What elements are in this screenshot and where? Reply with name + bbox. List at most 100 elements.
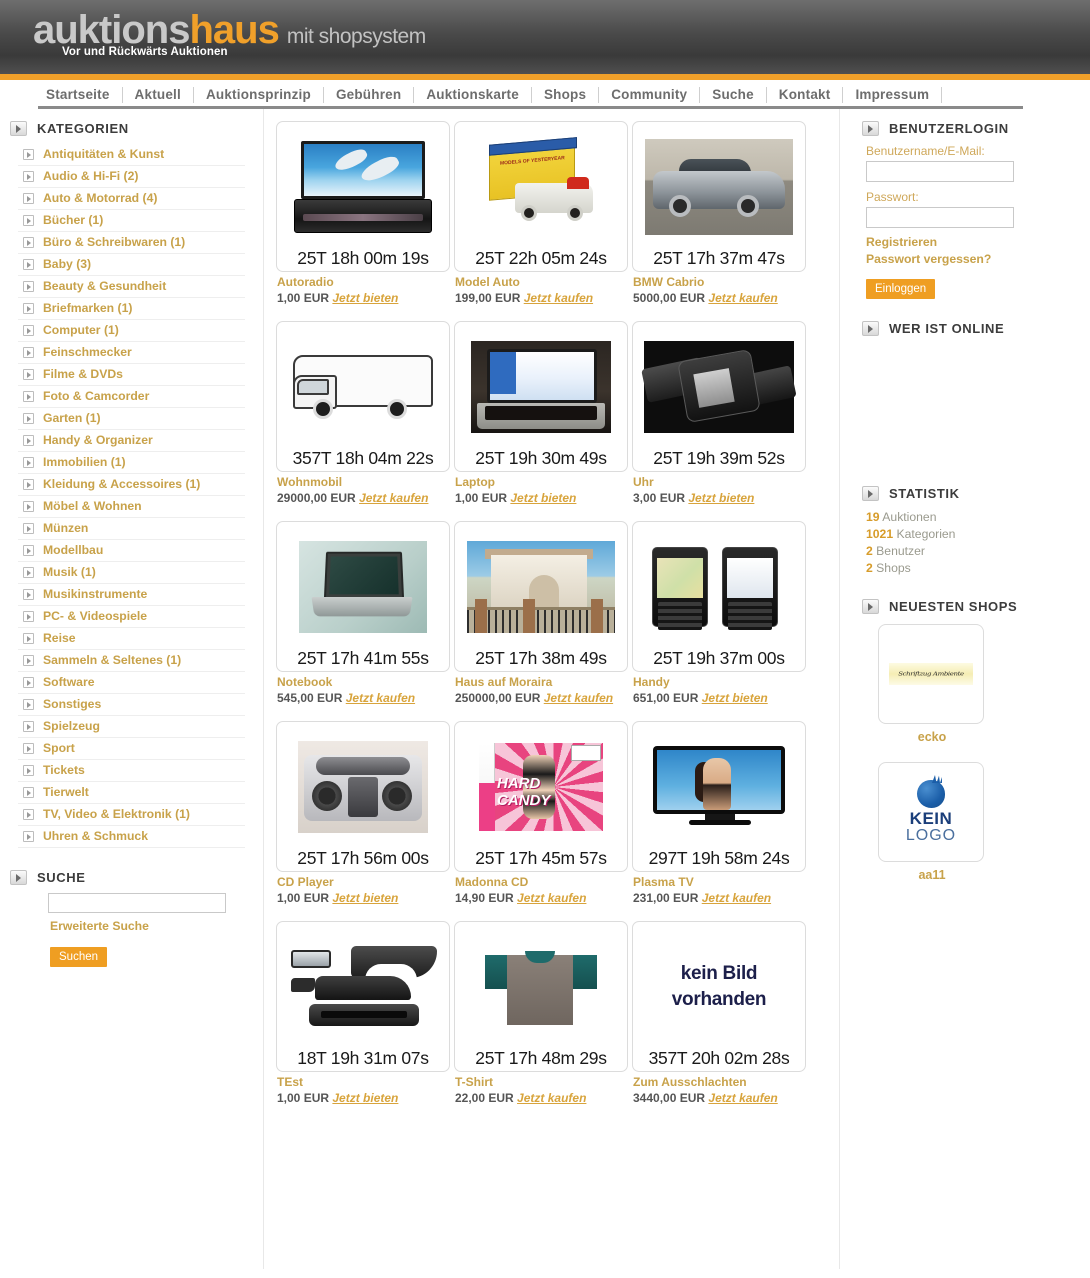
category-item[interactable]: Uhren & Schmuck bbox=[18, 826, 245, 848]
auction-title[interactable]: Haus auf Moraira bbox=[455, 675, 628, 689]
auction-action-link[interactable]: Jetzt kaufen bbox=[517, 891, 586, 905]
auction-action-link[interactable]: Jetzt kaufen bbox=[708, 1091, 777, 1105]
auction-card[interactable]: 25T 19h 30m 49s bbox=[454, 321, 628, 472]
auction-title[interactable]: Plasma TV bbox=[633, 875, 806, 889]
auction-action-link[interactable]: Jetzt bieten bbox=[510, 491, 576, 505]
shop-logo-aa11[interactable]: KEIN LOGO bbox=[878, 762, 984, 862]
auction-title[interactable]: Model Auto bbox=[455, 275, 628, 289]
category-item[interactable]: Handy & Organizer bbox=[18, 430, 245, 452]
auction-card[interactable]: 25T 19h 37m 00s bbox=[632, 521, 806, 672]
auction-card[interactable]: kein Bild vorhanden 357T 20h 02m 28s bbox=[632, 921, 806, 1072]
auction-action-link[interactable]: Jetzt kaufen bbox=[544, 691, 613, 705]
auction-card[interactable]: 18T 19h 31m 07s bbox=[276, 921, 450, 1072]
nav-item-aktuell[interactable]: Aktuell bbox=[123, 86, 194, 103]
nav-item-gebuehren[interactable]: Gebühren bbox=[324, 86, 415, 103]
category-item[interactable]: Feinschmecker bbox=[18, 342, 245, 364]
category-item[interactable]: Filme & DVDs bbox=[18, 364, 245, 386]
nav-item-shops[interactable]: Shops bbox=[532, 86, 600, 103]
category-item[interactable]: Reise bbox=[18, 628, 245, 650]
auction-action-link[interactable]: Jetzt kaufen bbox=[359, 491, 428, 505]
category-item[interactable]: Musikinstrumente bbox=[18, 584, 245, 606]
auction-action-link[interactable]: Jetzt bieten bbox=[702, 691, 768, 705]
auction-action-link[interactable]: Jetzt bieten bbox=[332, 1091, 398, 1105]
auction-card[interactable]: 25T 19h 39m 52s bbox=[632, 321, 806, 472]
category-item[interactable]: Computer (1) bbox=[18, 320, 245, 342]
auction-card[interactable]: 357T 18h 04m 22s bbox=[276, 321, 450, 472]
advanced-search-link[interactable]: Erweiterte Suche bbox=[50, 919, 263, 933]
auction-action-link[interactable]: Jetzt bieten bbox=[332, 891, 398, 905]
auction-card[interactable]: 25T 17h 37m 47s bbox=[632, 121, 806, 272]
nav-item-kontakt[interactable]: Kontakt bbox=[767, 86, 844, 103]
category-item[interactable]: Sammeln & Seltenes (1) bbox=[18, 650, 245, 672]
auction-title[interactable]: T-Shirt bbox=[455, 1075, 628, 1089]
nav-item-suche[interactable]: Suche bbox=[700, 86, 767, 103]
nav-item-auktionskarte[interactable]: Auktionskarte bbox=[414, 86, 532, 103]
category-item[interactable]: Foto & Camcorder bbox=[18, 386, 245, 408]
auction-action-link[interactable]: Jetzt kaufen bbox=[517, 1091, 586, 1105]
password-input[interactable] bbox=[866, 207, 1014, 228]
category-item[interactable]: Immobilien (1) bbox=[18, 452, 245, 474]
category-item[interactable]: Auto & Motorrad (4) bbox=[18, 188, 245, 210]
nav-item-impressum[interactable]: Impressum bbox=[843, 86, 943, 103]
register-link[interactable]: Registrieren bbox=[866, 234, 1089, 251]
search-button[interactable]: Suchen bbox=[50, 947, 108, 967]
category-item[interactable]: Modellbau bbox=[18, 540, 245, 562]
category-item[interactable]: Musik (1) bbox=[18, 562, 245, 584]
category-item[interactable]: Software bbox=[18, 672, 245, 694]
auction-card[interactable]: 25T 18h 00m 19s bbox=[276, 121, 450, 272]
auction-card[interactable]: 25T 17h 56m 00s bbox=[276, 721, 450, 872]
category-item[interactable]: Tickets bbox=[18, 760, 245, 782]
auction-title[interactable]: TEst bbox=[277, 1075, 450, 1089]
shop-logo-ecko[interactable]: Schriftzug Ambiente bbox=[878, 624, 984, 724]
auction-title[interactable]: Zum Ausschlachten bbox=[633, 1075, 806, 1089]
auction-title[interactable]: BMW Cabrio bbox=[633, 275, 806, 289]
nav-item-community[interactable]: Community bbox=[599, 86, 701, 103]
shop-name-aa11[interactable]: aa11 bbox=[852, 868, 1012, 882]
auction-title[interactable]: CD Player bbox=[277, 875, 450, 889]
auction-title[interactable]: Autoradio bbox=[277, 275, 450, 289]
username-input[interactable] bbox=[866, 161, 1014, 182]
category-item[interactable]: Briefmarken (1) bbox=[18, 298, 245, 320]
category-item[interactable]: Garten (1) bbox=[18, 408, 245, 430]
auction-title[interactable]: Laptop bbox=[455, 475, 628, 489]
category-item[interactable]: Kleidung & Accessoires (1) bbox=[18, 474, 245, 496]
auction-title[interactable]: Handy bbox=[633, 675, 806, 689]
login-button[interactable]: Einloggen bbox=[866, 279, 936, 299]
category-item[interactable]: Büro & Schreibwaren (1) bbox=[18, 232, 245, 254]
forgot-password-link[interactable]: Passwort vergessen? bbox=[866, 251, 1089, 268]
auction-action-link[interactable]: Jetzt kaufen bbox=[524, 291, 593, 305]
shop-name-ecko[interactable]: ecko bbox=[852, 730, 1012, 744]
category-item[interactable]: TV, Video & Elektronik (1) bbox=[18, 804, 245, 826]
category-item[interactable]: Audio & Hi-Fi (2) bbox=[18, 166, 245, 188]
auction-action-link[interactable]: Jetzt kaufen bbox=[708, 291, 777, 305]
category-item[interactable]: Sport bbox=[18, 738, 245, 760]
auction-action-link[interactable]: Jetzt kaufen bbox=[702, 891, 771, 905]
category-item[interactable]: Bücher (1) bbox=[18, 210, 245, 232]
category-item[interactable]: Tierwelt bbox=[18, 782, 245, 804]
auction-card[interactable]: 25T 17h 38m 49s bbox=[454, 521, 628, 672]
auction-card[interactable]: MODELS OF YESTERYEAR 25T 22h 05m 24s bbox=[454, 121, 628, 272]
search-input[interactable] bbox=[48, 893, 226, 913]
category-item[interactable]: Sonstiges bbox=[18, 694, 245, 716]
category-item[interactable]: Spielzeug bbox=[18, 716, 245, 738]
auction-card[interactable]: HARD CANDY 25T 17h 45m 57s bbox=[454, 721, 628, 872]
bmw-convertible-image bbox=[645, 139, 793, 235]
nav-item-auktionsprinzip[interactable]: Auktionsprinzip bbox=[194, 86, 324, 103]
category-item[interactable]: PC- & Videospiele bbox=[18, 606, 245, 628]
auction-action-link[interactable]: Jetzt bieten bbox=[332, 291, 398, 305]
auction-title[interactable]: Wohnmobil bbox=[277, 475, 450, 489]
auction-title[interactable]: Madonna CD bbox=[455, 875, 628, 889]
auction-card[interactable]: 25T 17h 48m 29s bbox=[454, 921, 628, 1072]
auction-title[interactable]: Notebook bbox=[277, 675, 450, 689]
category-item[interactable]: Münzen bbox=[18, 518, 245, 540]
auction-title[interactable]: Uhr bbox=[633, 475, 806, 489]
category-item[interactable]: Möbel & Wohnen bbox=[18, 496, 245, 518]
category-item[interactable]: Baby (3) bbox=[18, 254, 245, 276]
category-item[interactable]: Antiquitäten & Kunst bbox=[18, 144, 245, 166]
category-item[interactable]: Beauty & Gesundheit bbox=[18, 276, 245, 298]
auction-action-link[interactable]: Jetzt kaufen bbox=[346, 691, 415, 705]
auction-card[interactable]: 25T 17h 41m 55s bbox=[276, 521, 450, 672]
auction-card[interactable]: 297T 19h 58m 24s bbox=[632, 721, 806, 872]
nav-item-startseite[interactable]: Startseite bbox=[38, 86, 123, 103]
auction-action-link[interactable]: Jetzt bieten bbox=[688, 491, 754, 505]
